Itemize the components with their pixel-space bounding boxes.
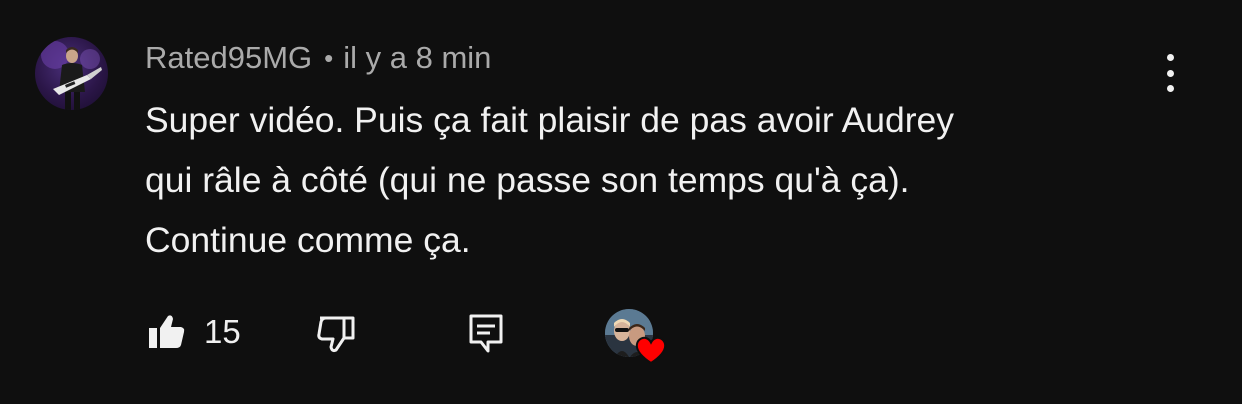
author-avatar-image bbox=[41, 41, 102, 110]
comment-text-line: Continue comme ça. bbox=[145, 220, 471, 260]
comment-text: Super vidéo. Puis ça fait plaisir de pas… bbox=[145, 90, 1165, 270]
thumb-down-icon[interactable] bbox=[314, 312, 358, 356]
heart-icon bbox=[635, 336, 667, 365]
more-dot bbox=[1166, 85, 1174, 92]
author-name[interactable]: Rated95MG bbox=[145, 40, 312, 76]
comment-timestamp[interactable]: il y a 8 min bbox=[343, 40, 491, 76]
comment-thread: Rated95MG • il y a 8 min Super vidéo. Pu… bbox=[0, 0, 1242, 404]
reply-comment-icon[interactable] bbox=[466, 312, 506, 354]
comment-text-line: Super vidéo. Puis ça fait plaisir de pas… bbox=[145, 100, 955, 140]
thumb-up-icon[interactable] bbox=[146, 312, 186, 352]
comment-actions-bar: 15 bbox=[0, 300, 1242, 370]
more-vert-icon[interactable] bbox=[1150, 50, 1190, 96]
author-avatar[interactable] bbox=[35, 37, 108, 110]
more-dot bbox=[1166, 54, 1174, 61]
meta-separator: • bbox=[324, 42, 334, 73]
creator-heart-badge[interactable] bbox=[605, 309, 669, 367]
comment-header: Rated95MG • il y a 8 min bbox=[145, 38, 491, 78]
more-dot bbox=[1166, 69, 1174, 77]
comment-text-line: qui râle à côté (qui ne passe son temps … bbox=[145, 160, 910, 200]
like-count: 15 bbox=[204, 313, 241, 350]
